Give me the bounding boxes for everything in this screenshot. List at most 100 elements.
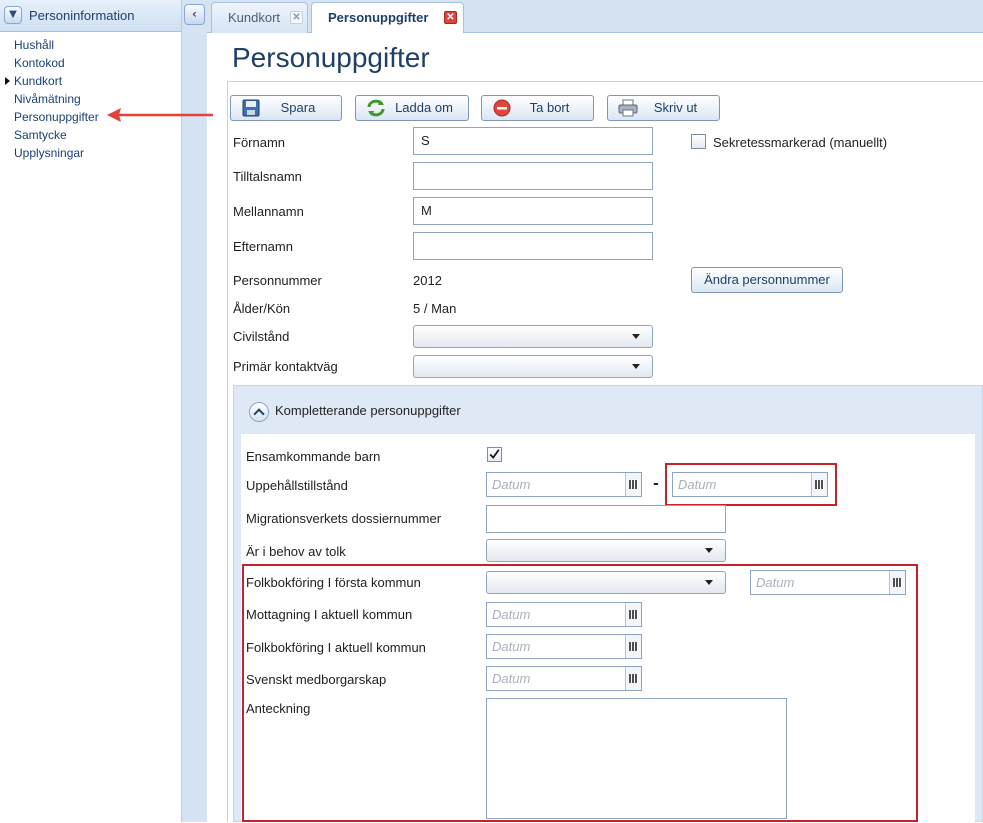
date-separator: -: [653, 476, 659, 492]
registration-current-date[interactable]: Datum: [486, 634, 642, 659]
registration-first-date[interactable]: Datum: [750, 570, 906, 595]
citizenship-date[interactable]: Datum: [486, 666, 642, 691]
nav-item-upplysningar[interactable]: Upplysningar: [0, 144, 181, 162]
section-collapse-button[interactable]: [249, 402, 269, 422]
calendar-icon[interactable]: [625, 667, 641, 690]
date-placeholder: Datum: [492, 477, 531, 492]
tab-kundkort[interactable]: Kundkort ✕: [211, 2, 308, 33]
close-icon[interactable]: ✕: [290, 11, 303, 24]
personnummer-value: 2012: [413, 273, 442, 288]
personnummer-label: Personnummer: [233, 273, 322, 288]
note-label: Anteckning: [246, 701, 311, 716]
reload-button[interactable]: Ladda om: [355, 95, 469, 121]
confidential-checkbox[interactable]: [691, 134, 706, 149]
date-placeholder: Datum: [492, 607, 531, 622]
date-placeholder: Datum: [756, 575, 795, 590]
nav-item-label: Personuppgifter: [14, 110, 99, 124]
contact-label: Primär kontaktväg: [233, 359, 338, 374]
interpreter-select[interactable]: [486, 539, 726, 562]
panel-splitter[interactable]: ‹: [181, 0, 207, 822]
tab-label: Personuppgifter: [328, 10, 429, 25]
nav-item-label: Samtycke: [14, 128, 67, 142]
nav-item-kontokod[interactable]: Kontokod: [0, 54, 181, 72]
left-panel-header: ▼ Personinformation: [0, 0, 181, 32]
residence-from-date[interactable]: Datum: [486, 472, 642, 497]
contact-select[interactable]: [413, 355, 653, 378]
date-placeholder: Datum: [492, 671, 531, 686]
confidential-label: Sekretessmarkerad (manuellt): [713, 135, 888, 150]
middlename-label: Mellannamn: [233, 204, 304, 219]
residence-permit-label: Uppehållstillstånd: [246, 478, 348, 493]
citizenship-label: Svenskt medborgarskap: [246, 672, 387, 687]
left-nav: Hushåll Kontokod Kundkort Nivåmätning Pe…: [0, 36, 181, 162]
print-label: Skriv ut: [653, 100, 698, 115]
calendar-icon[interactable]: [811, 473, 827, 496]
nav-item-hushall[interactable]: Hushåll: [0, 36, 181, 54]
callname-label: Tilltalsnamn: [233, 169, 302, 184]
calendar-icon[interactable]: [625, 635, 641, 658]
save-button[interactable]: Spara: [230, 95, 342, 121]
interpreter-label: Är i behov av tolk: [246, 544, 346, 559]
registration-first-label: Folkbokföring I första kommun: [246, 575, 421, 590]
nav-item-kundkort[interactable]: Kundkort: [0, 72, 181, 90]
collapse-left-button[interactable]: ‹: [184, 4, 205, 25]
date-placeholder: Datum: [492, 639, 531, 654]
calendar-icon[interactable]: [889, 571, 905, 594]
calendar-icon[interactable]: [625, 473, 641, 496]
chevron-left-icon: ‹: [192, 7, 197, 21]
nav-item-label: Kundkort: [14, 74, 63, 88]
tab-personuppgifter[interactable]: Personuppgifter ✕: [311, 2, 464, 34]
note-textarea[interactable]: [486, 698, 787, 819]
chevron-up-icon: [253, 408, 265, 420]
reception-date[interactable]: Datum: [486, 602, 642, 627]
age-gender-value: 5 / Man: [413, 301, 457, 316]
callname-field[interactable]: [413, 162, 653, 190]
nav-item-nivamatning[interactable]: Nivåmätning: [0, 90, 181, 108]
nav-item-label: Upplysningar: [14, 146, 85, 160]
change-personnummer-button[interactable]: Ändra personnummer: [691, 267, 843, 293]
firstname-label: Förnamn: [233, 135, 286, 150]
lastname-field[interactable]: [413, 232, 653, 260]
civil-status-select[interactable]: [413, 325, 653, 348]
firstname-field[interactable]: S: [413, 127, 653, 155]
collapse-panel-button[interactable]: ▼: [4, 6, 22, 24]
dropdown-arrow-icon: [632, 334, 640, 339]
dropdown-arrow-icon: [705, 580, 713, 585]
registration-current-label: Folkbokföring I aktuell kommun: [246, 640, 426, 655]
checkmark-icon: [489, 449, 500, 459]
print-button[interactable]: Skriv ut: [607, 95, 720, 121]
tab-strip: Kundkort ✕ Personuppgifter ✕: [207, 0, 983, 34]
dossier-label: Migrationsverkets dossiernummer: [246, 511, 442, 526]
active-item-marker-icon: [5, 77, 10, 85]
save-label: Spara: [280, 100, 316, 115]
left-panel: ▼ Personinformation Hushåll Kontokod Kun…: [0, 0, 181, 822]
date-placeholder: Datum: [678, 477, 717, 492]
annotation-arrow-icon: [107, 108, 213, 122]
delete-button[interactable]: Ta bort: [481, 95, 594, 121]
tab-label: Kundkort: [228, 10, 281, 25]
main-content: Personuppgifter Spara Ladda om Ta bort S…: [207, 33, 983, 823]
left-panel-title: Personinformation: [29, 8, 135, 23]
registration-first-select[interactable]: [486, 571, 726, 594]
reception-label: Mottagning I aktuell kommun: [246, 607, 413, 622]
nav-item-label: Kontokod: [14, 56, 65, 70]
section-title: Kompletterande personuppgifter: [275, 403, 461, 418]
middlename-field[interactable]: M: [413, 197, 653, 225]
content-border: [227, 82, 228, 822]
unaccompanied-checkbox[interactable]: [487, 447, 502, 462]
title-divider: [227, 81, 983, 82]
residence-to-date[interactable]: Datum: [672, 472, 828, 497]
lastname-label: Efternamn: [233, 239, 293, 254]
close-icon[interactable]: ✕: [444, 11, 457, 24]
dossier-field[interactable]: [486, 505, 726, 533]
reload-label: Ladda om: [395, 100, 453, 115]
age-gender-label: Ålder/Kön: [233, 301, 291, 316]
delete-label: Ta bort: [529, 100, 570, 115]
civil-status-label: Civilstånd: [233, 329, 290, 344]
unaccompanied-label: Ensamkommande barn: [246, 449, 381, 464]
page-title: Personuppgifter: [232, 42, 430, 73]
dropdown-arrow-icon: [705, 548, 713, 553]
calendar-icon[interactable]: [625, 603, 641, 626]
dropdown-arrow-icon: [632, 364, 640, 369]
nav-item-samtycke[interactable]: Samtycke: [0, 126, 181, 144]
